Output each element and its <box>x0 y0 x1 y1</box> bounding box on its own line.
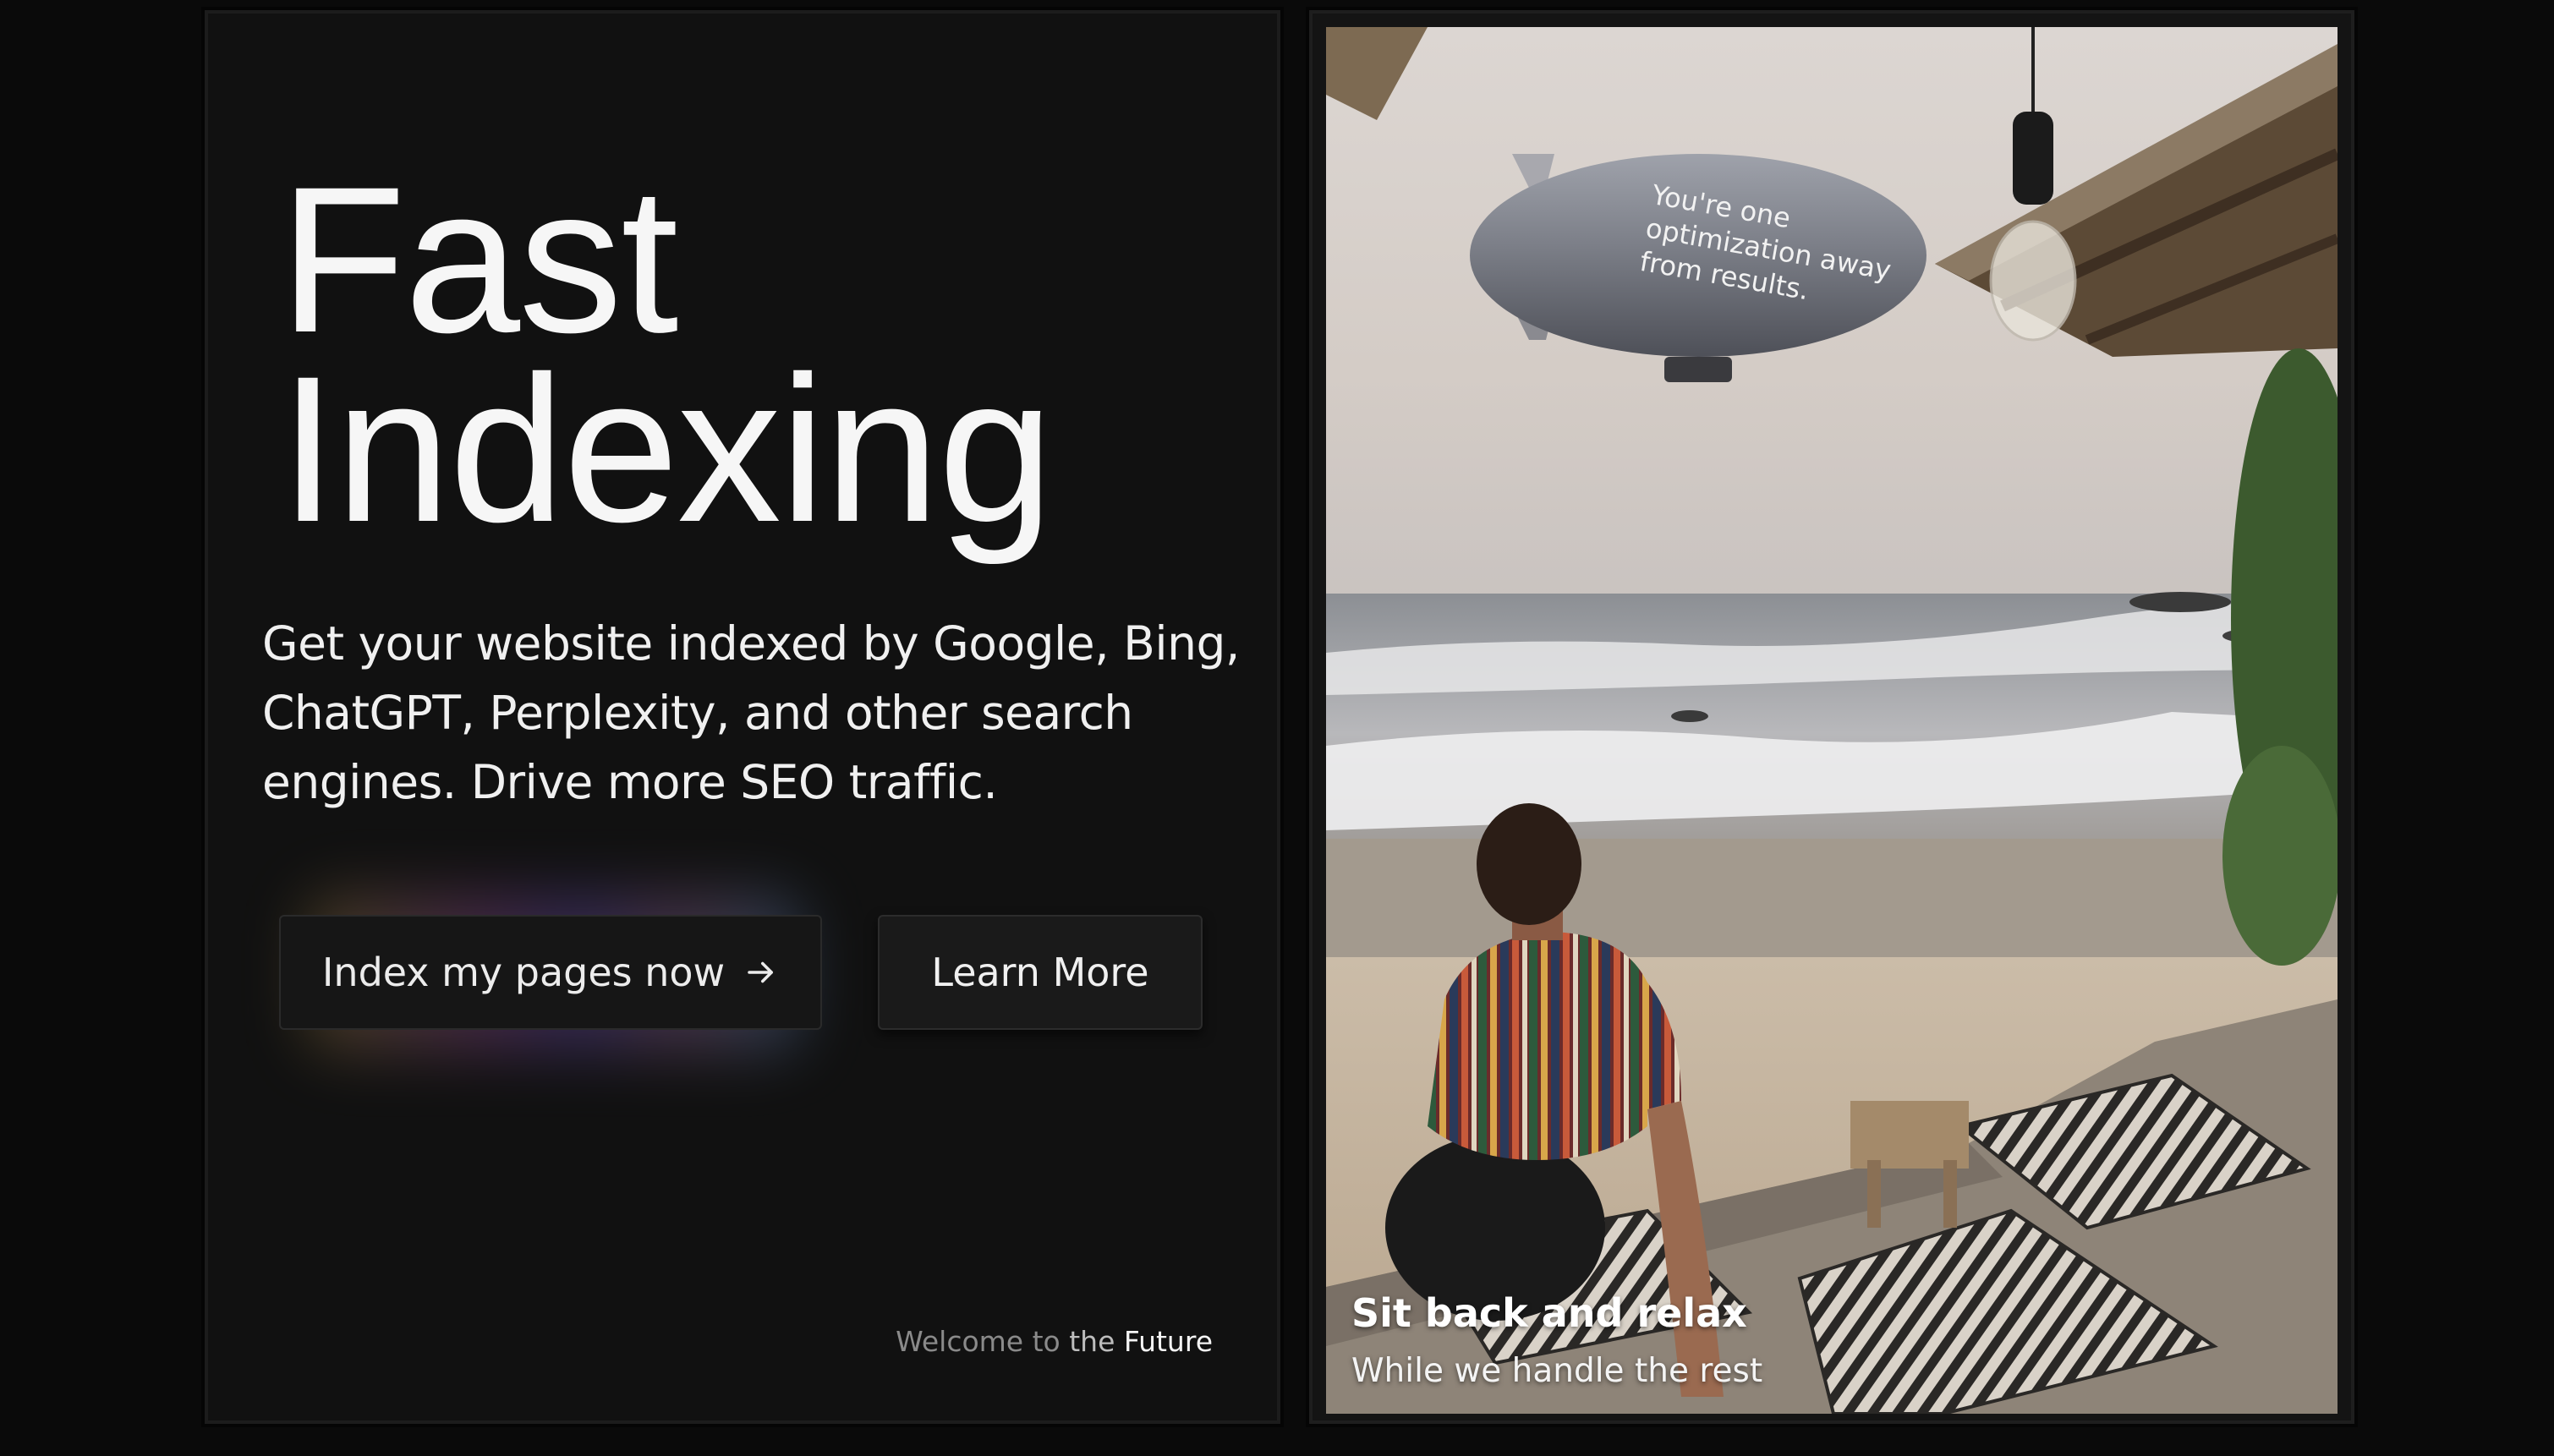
tagline-future: Future <box>1123 1325 1213 1358</box>
hero-description: Get your website indexed by Google, Bing… <box>262 616 1240 809</box>
hero-title: Fast Indexing <box>279 144 1054 566</box>
index-pages-button[interactable]: Index my pages now <box>279 915 822 1030</box>
beach-scene-illustration: You're one optimization away from result… <box>1326 27 2338 1414</box>
hero-panel: Fast Indexing Get your website indexed b… <box>205 10 1280 1424</box>
photo-panel: You're one optimization away from result… <box>1309 10 2354 1424</box>
hero-title-line-1: Fast <box>279 144 678 376</box>
beach-photo: You're one optimization away from result… <box>1326 27 2338 1414</box>
primary-cta-wrapper: Index my pages now <box>279 893 822 1054</box>
learn-more-button-label: Learn More <box>931 950 1149 995</box>
photo-caption-subtitle: While we handle the rest <box>1351 1352 1763 1390</box>
arrow-right-icon <box>748 961 774 983</box>
tagline-the: the <box>1069 1325 1115 1358</box>
tagline: Welcome to the Future <box>896 1325 1213 1358</box>
learn-more-button[interactable]: Learn More <box>878 915 1203 1030</box>
tagline-welcome: Welcome to <box>896 1325 1061 1358</box>
index-pages-button-label: Index my pages now <box>321 950 726 995</box>
hero-title-line-2: Indexing <box>279 333 1054 566</box>
photo-caption-title: Sit back and relax <box>1351 1290 1747 1336</box>
